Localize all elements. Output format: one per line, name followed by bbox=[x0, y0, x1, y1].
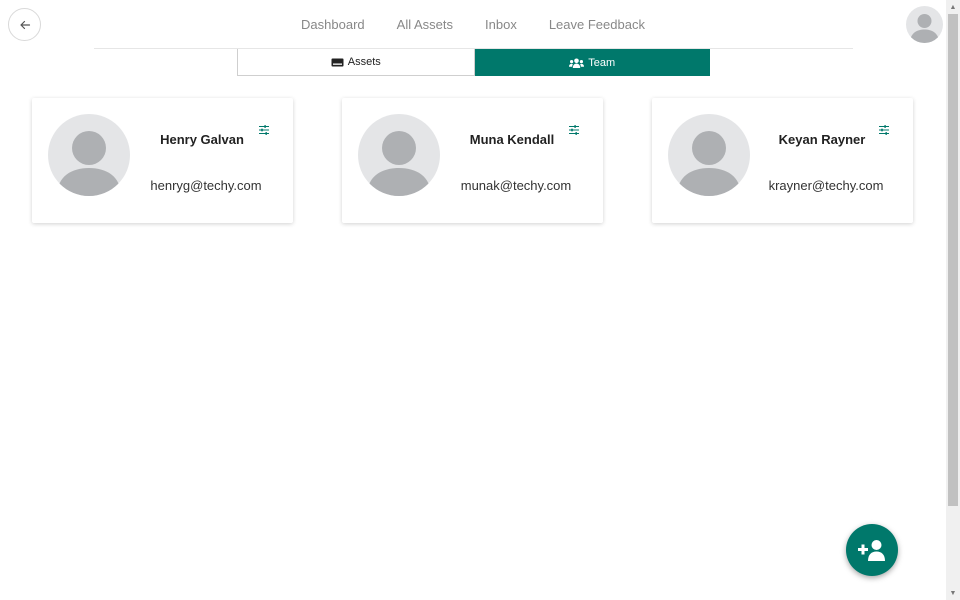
team-member-card: Henry Galvan henryg@techy.com bbox=[32, 98, 293, 223]
nav-link-all-assets[interactable]: All Assets bbox=[397, 17, 453, 32]
nav-link-dashboard[interactable]: Dashboard bbox=[301, 17, 365, 32]
tab-team-label: Team bbox=[588, 56, 616, 69]
user-avatar-button[interactable] bbox=[906, 6, 943, 43]
users-icon bbox=[569, 58, 585, 68]
vertical-scrollbar[interactable]: ▲ ▼ bbox=[946, 0, 960, 600]
member-email: henryg@techy.com bbox=[150, 178, 262, 193]
nav-link-leave-feedback[interactable]: Leave Feedback bbox=[549, 17, 645, 32]
user-plus-icon bbox=[858, 540, 885, 561]
member-settings-button[interactable] bbox=[568, 124, 580, 136]
tab-assets-label: Assets bbox=[347, 56, 381, 68]
view-tabs: Assets Team bbox=[237, 49, 710, 76]
tab-assets[interactable]: Assets bbox=[237, 49, 475, 76]
member-name: Henry Galvan bbox=[160, 132, 244, 147]
add-team-member-button[interactable] bbox=[846, 524, 898, 576]
member-settings-button[interactable] bbox=[258, 124, 270, 136]
member-name: Muna Kendall bbox=[469, 132, 555, 147]
scroll-down-arrow-icon[interactable]: ▼ bbox=[946, 586, 960, 600]
member-avatar bbox=[668, 114, 750, 196]
user-avatar-icon bbox=[677, 131, 741, 196]
id-card-icon bbox=[331, 58, 344, 67]
sliders-icon bbox=[879, 125, 889, 135]
nav-link-inbox[interactable]: Inbox bbox=[485, 17, 517, 32]
user-avatar-icon bbox=[910, 14, 939, 43]
team-member-card: Muna Kendall munak@techy.com bbox=[342, 98, 603, 223]
sliders-icon bbox=[569, 125, 579, 135]
sliders-icon bbox=[259, 125, 269, 135]
member-email: munak@techy.com bbox=[460, 178, 572, 193]
team-member-card: Keyan Rayner krayner@techy.com bbox=[652, 98, 913, 223]
member-settings-button[interactable] bbox=[878, 124, 890, 136]
user-avatar-icon bbox=[367, 131, 431, 196]
member-avatar bbox=[48, 114, 130, 196]
top-navigation: Dashboard All Assets Inbox Leave Feedbac… bbox=[0, 0, 946, 48]
page: Dashboard All Assets Inbox Leave Feedbac… bbox=[0, 0, 960, 600]
user-avatar-icon bbox=[57, 131, 121, 196]
scrollbar-thumb[interactable] bbox=[948, 14, 958, 506]
scroll-up-arrow-icon[interactable]: ▲ bbox=[946, 0, 960, 14]
tab-team[interactable]: Team bbox=[474, 49, 710, 76]
member-name: Keyan Rayner bbox=[778, 132, 866, 147]
member-email: krayner@techy.com bbox=[768, 178, 884, 193]
member-avatar bbox=[358, 114, 440, 196]
